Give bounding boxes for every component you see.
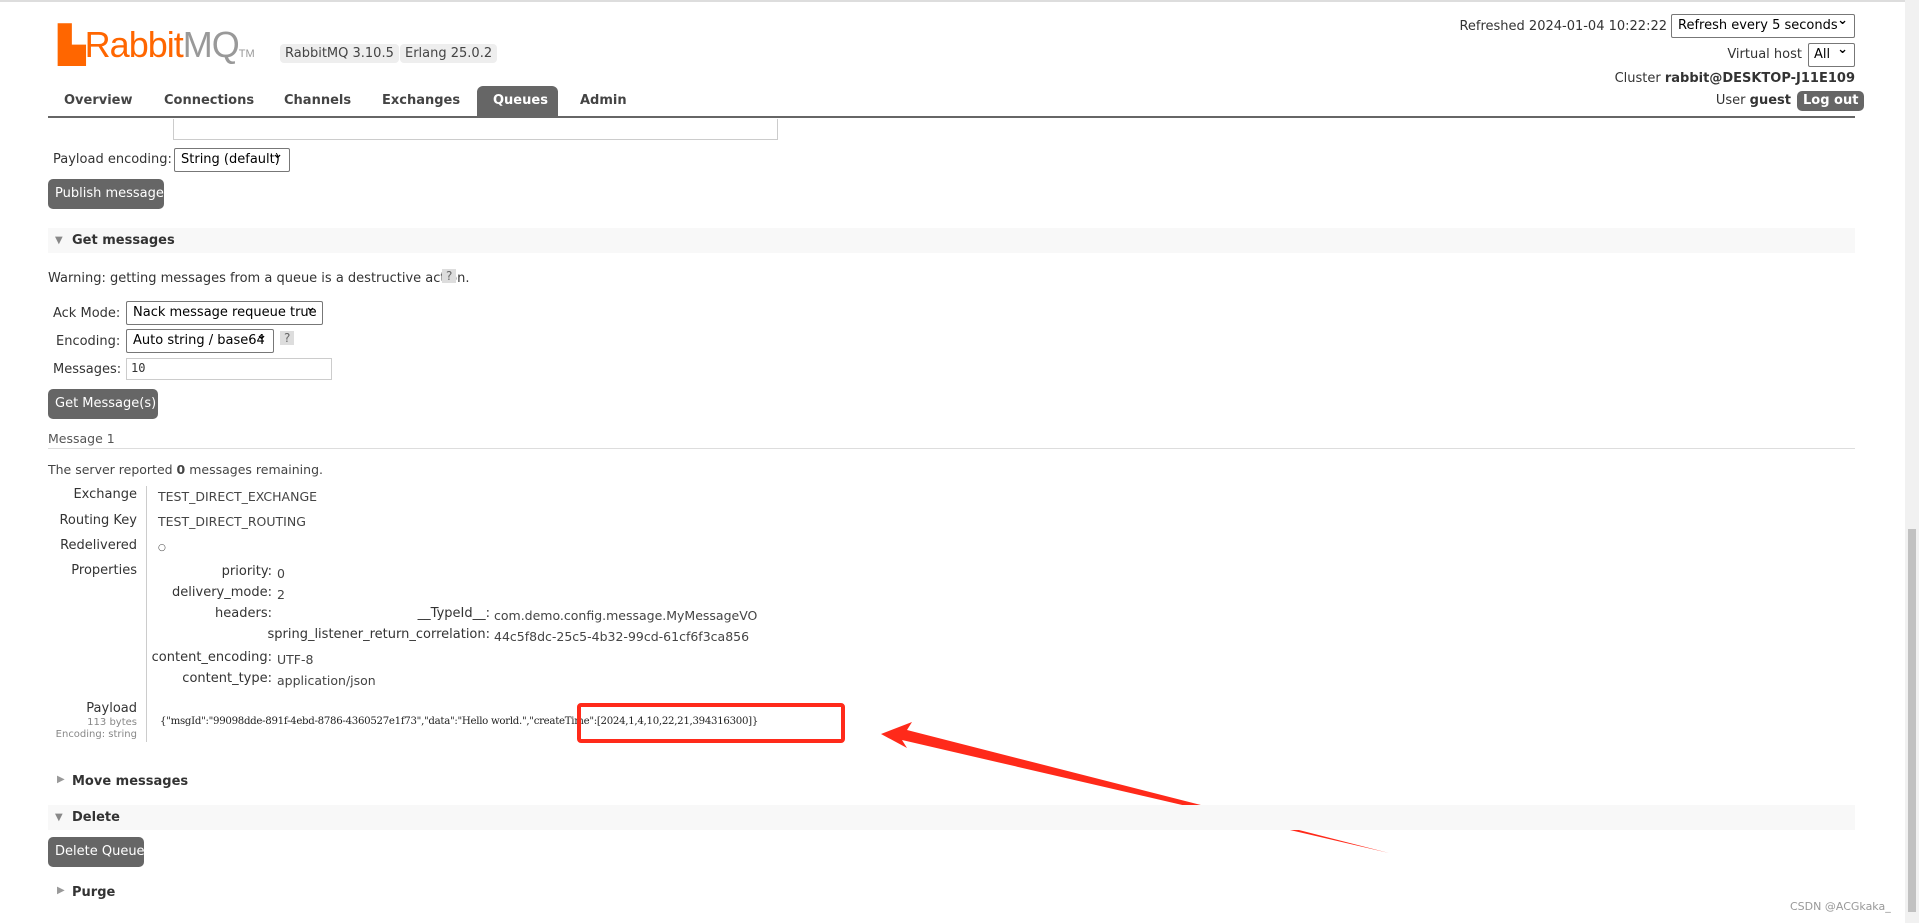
purge-title: Purge [72, 885, 116, 900]
delete-title: Delete [72, 810, 120, 825]
collapsed-triangle-icon: ▶ [57, 885, 65, 896]
watermark: CSDN @ACGkaka_ [1790, 900, 1891, 913]
move-messages-section[interactable]: ▶ Move messages [57, 774, 189, 789]
delete-section-header[interactable]: ▼ Delete [48, 805, 1855, 830]
arrow-icon [881, 722, 1389, 853]
collapsed-triangle-icon: ▶ [57, 774, 65, 785]
purge-section[interactable]: ▶ Purge [57, 885, 116, 900]
delete-queue-button[interactable]: Delete Queue [48, 837, 145, 867]
annotation-arrow [881, 722, 1389, 853]
expanded-triangle-icon: ▼ [55, 812, 63, 823]
move-messages-title: Move messages [72, 774, 189, 789]
scrollbar-thumb[interactable] [1908, 529, 1916, 912]
scrollbar[interactable] [1905, 0, 1919, 923]
